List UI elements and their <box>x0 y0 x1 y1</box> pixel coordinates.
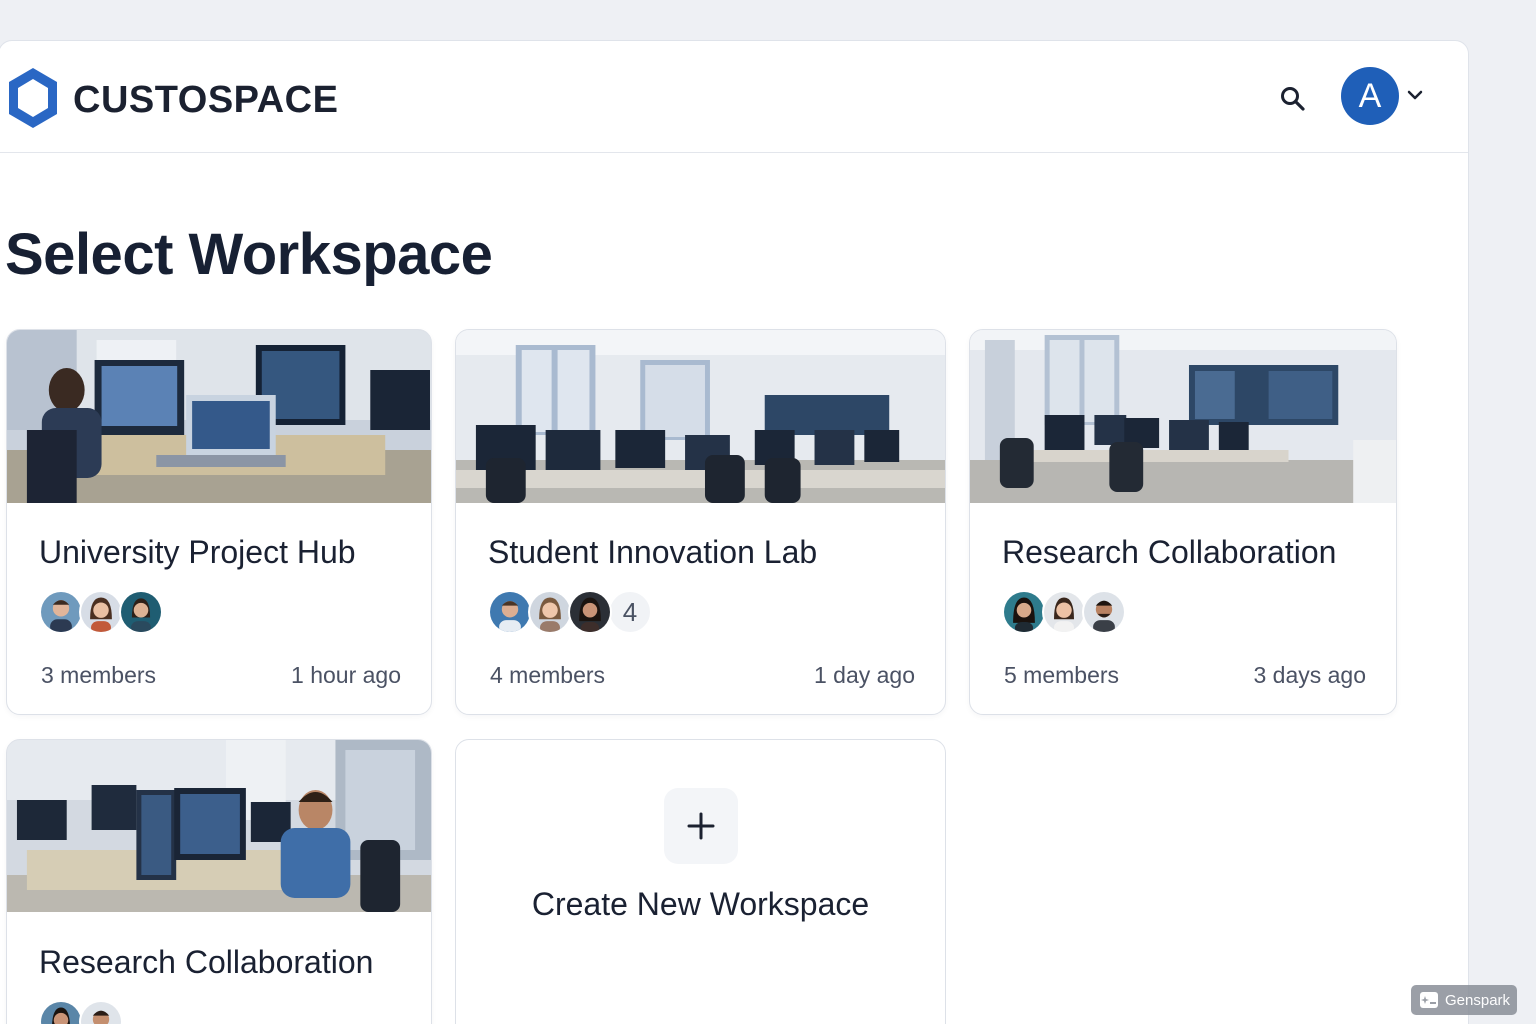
member-avatar <box>39 1000 83 1024</box>
watermark-label: Genspark <box>1445 991 1511 1009</box>
workspace-name: University Project Hub <box>39 534 356 570</box>
member-avatar <box>39 590 83 634</box>
watermark-badge: Genspark <box>1411 985 1517 1015</box>
page-title: Select Workspace <box>5 222 493 287</box>
search-icon[interactable] <box>1279 85 1307 113</box>
last-updated: 1 day ago <box>813 662 915 688</box>
member-avatar <box>1042 590 1086 634</box>
chevron-down-icon[interactable] <box>1405 87 1425 103</box>
member-count: 3 members <box>41 662 157 688</box>
member-avatar <box>568 590 612 634</box>
member-avatars <box>1002 590 1126 636</box>
member-count: 5 members <box>1004 662 1120 688</box>
user-avatar[interactable]: A <box>1341 67 1399 125</box>
brand-name[interactable]: CUSTOSPACE <box>73 79 338 122</box>
member-avatars <box>39 1000 123 1024</box>
member-count: 4 members <box>490 662 606 688</box>
member-avatars: 4 <box>488 590 652 636</box>
workspace-name: Research Collaboration <box>1002 534 1337 570</box>
hexagon-logo-icon[interactable] <box>5 65 61 131</box>
top-bar: CUSTOSPACE A <box>0 41 1468 153</box>
sparkle-icon <box>1420 992 1438 1008</box>
workspace-card[interactable]: Student Innovation Lab 4 4 members 1 day… <box>455 329 946 715</box>
last-updated: 1 hour ago <box>291 662 401 688</box>
last-updated: 3 days ago <box>1253 662 1366 688</box>
workspace-card[interactable]: University Project Hub 3 members 1 hour … <box>6 329 432 715</box>
plus-icon <box>687 812 715 840</box>
workspace-image <box>456 330 945 503</box>
workspace-name: Student Innovation Lab <box>488 534 818 570</box>
create-workspace-card[interactable]: Create New Workspace <box>455 739 946 1024</box>
workspace-image <box>970 330 1396 503</box>
add-workspace-button[interactable] <box>664 788 738 864</box>
workspace-name: Research Collaboration <box>39 944 374 980</box>
extra-member-count: 4 <box>608 590 652 634</box>
workspace-image <box>7 740 431 912</box>
member-avatar <box>1082 590 1126 634</box>
member-avatar <box>488 590 532 634</box>
workspace-card[interactable]: Research Collaboration 5 members 3 days … <box>969 329 1397 715</box>
member-avatar <box>528 590 572 634</box>
workspace-card[interactable]: Research Collaboration <box>6 739 432 1024</box>
workspace-image <box>7 330 431 503</box>
member-avatar <box>119 590 163 634</box>
member-avatar <box>1002 590 1046 634</box>
member-avatar <box>79 590 123 634</box>
create-workspace-label: Create New Workspace <box>531 886 870 922</box>
member-avatar <box>79 1000 123 1024</box>
member-avatars <box>39 590 163 636</box>
